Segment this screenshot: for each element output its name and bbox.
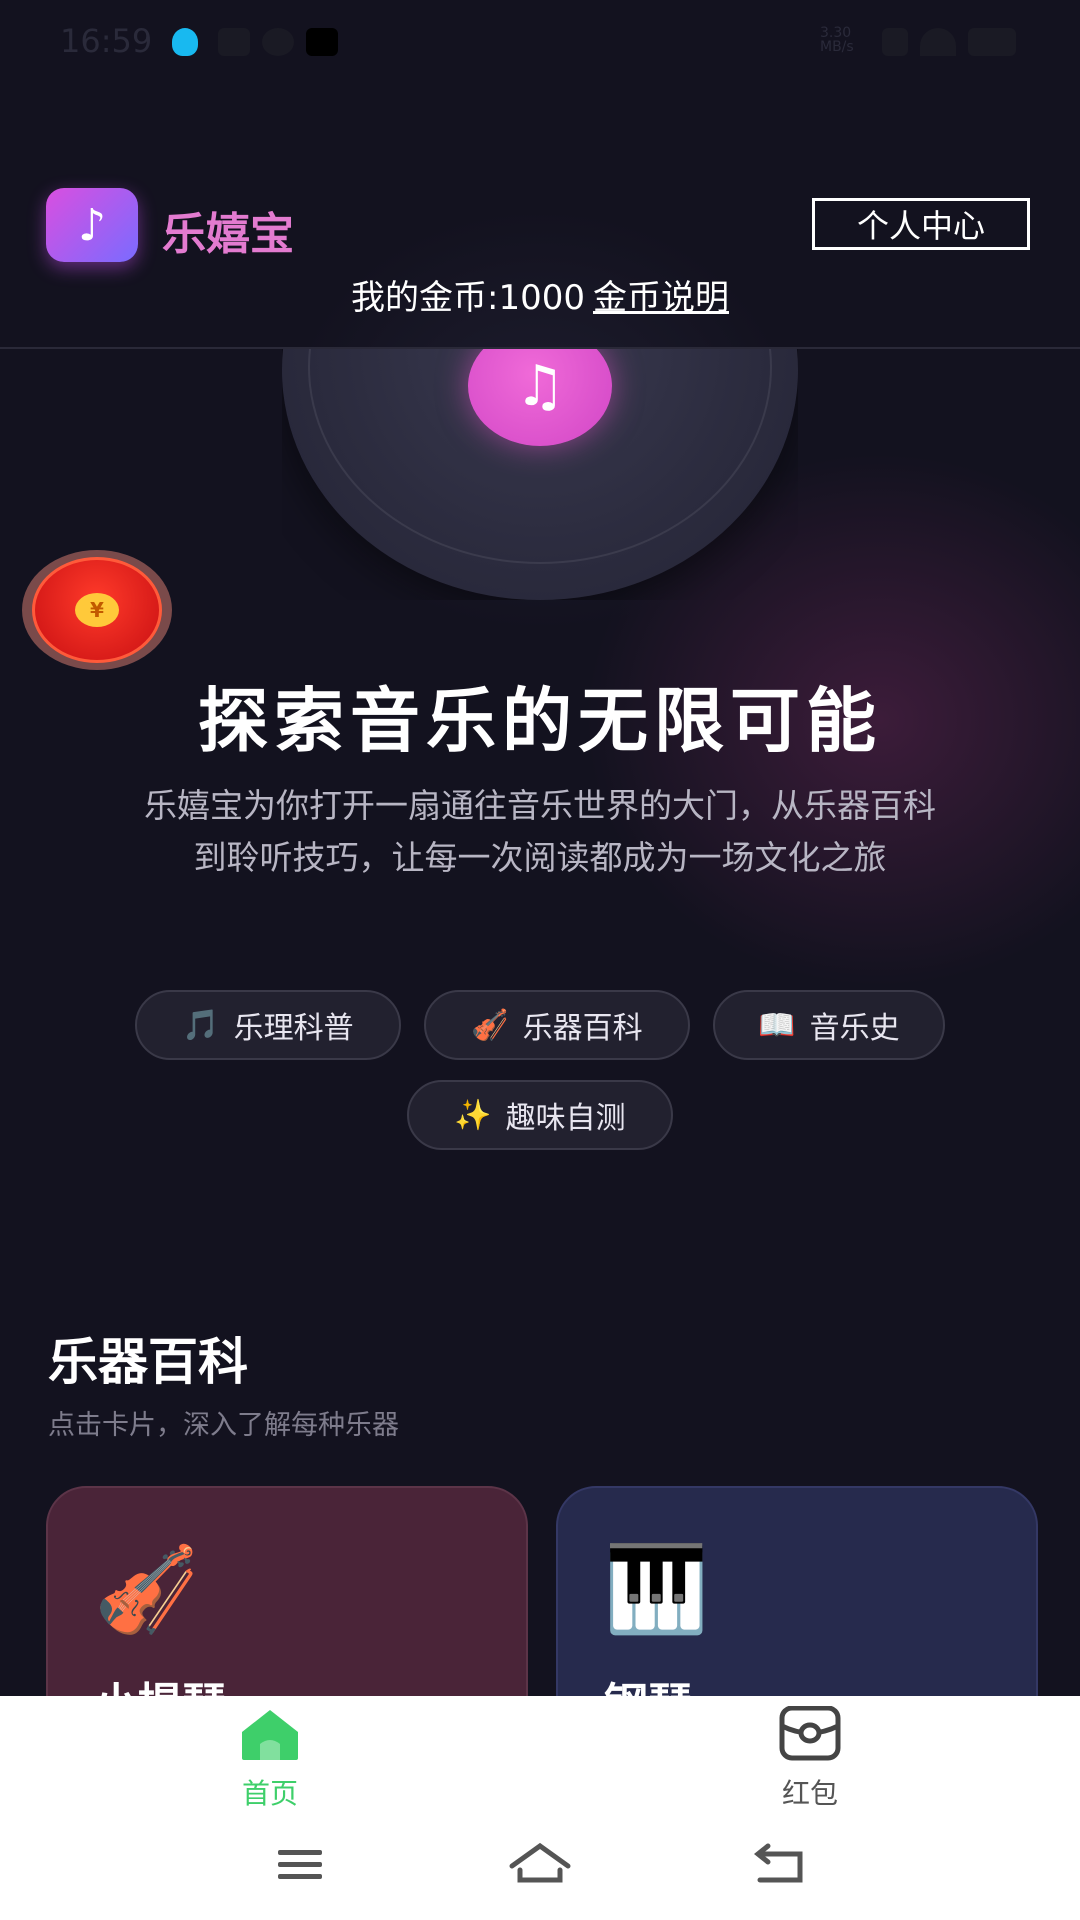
app-name: 乐嬉宝 xyxy=(162,209,294,260)
app-header: ♪ 乐嬉宝 个人中心 我的金币:1000 金币说明 xyxy=(0,170,1080,349)
chip-music-theory[interactable]: 🎵 乐理科普 xyxy=(135,990,401,1060)
sparkles-icon: ✨ xyxy=(454,1097,492,1133)
profile-center-button[interactable]: 个人中心 xyxy=(812,198,1030,250)
red-packet-tab-icon xyxy=(778,1705,842,1761)
red-packet-float-button[interactable]: ¥ xyxy=(22,550,172,670)
violin-icon: 🎻 xyxy=(94,1540,199,1638)
chip-label: 乐器百科 xyxy=(522,1011,643,1046)
coins-info-link[interactable]: 金币说明 xyxy=(593,278,729,318)
violin-icon: 🎻 xyxy=(471,1007,509,1043)
music-note-icon: 🎵 xyxy=(182,1007,220,1043)
chip-label: 趣味自测 xyxy=(505,1101,626,1136)
system-nav-bar xyxy=(0,1810,1080,1920)
chip-label: 音乐史 xyxy=(809,1011,900,1046)
coin-symbol: ¥ xyxy=(75,593,119,627)
home-nav-icon[interactable] xyxy=(508,1840,571,1890)
coins-row: 我的金币:1000 金币说明 xyxy=(0,270,1080,319)
battery-icon xyxy=(968,28,1016,56)
mail-icon xyxy=(218,28,250,56)
instrument-card-violin[interactable]: 🎻 小提琴 xyxy=(46,1486,528,1730)
network-speed: 3.30 MB/s xyxy=(820,25,854,55)
tiktok-icon xyxy=(306,28,338,56)
qq-icon xyxy=(172,28,198,56)
chip-instruments[interactable]: 🎻 乐器百科 xyxy=(424,990,690,1060)
section-subtitle: 点击卡片，深入了解每种乐器 xyxy=(48,1410,399,1441)
red-packet-icon: ¥ xyxy=(32,557,162,663)
tab-label: 红包 xyxy=(781,1777,838,1810)
back-icon[interactable] xyxy=(750,1840,810,1890)
book-icon: 📖 xyxy=(758,1007,796,1043)
bottom-tab-bar: 首页 红包 xyxy=(0,1696,1080,1920)
chip-music-history[interactable]: 📖 音乐史 xyxy=(713,990,945,1060)
instrument-card-piano[interactable]: 🎹 钢琴 xyxy=(556,1486,1038,1730)
tab-red-packet[interactable]: 红包 xyxy=(710,1705,910,1812)
status-bar: 16:59 3.30 MB/s xyxy=(0,0,1080,86)
chip-label: 乐理科普 xyxy=(233,1011,354,1046)
hero-title: 探索音乐的无限可能 xyxy=(198,680,882,762)
status-time: 16:59 xyxy=(60,22,153,60)
wifi-icon xyxy=(920,28,956,56)
nfc-icon xyxy=(882,28,908,56)
tab-home[interactable]: 首页 xyxy=(170,1706,370,1812)
music-note-icon: ♪ xyxy=(46,188,138,262)
section-title: 乐器百科 xyxy=(48,1333,248,1391)
menu-icon[interactable] xyxy=(270,1840,330,1890)
home-icon xyxy=(238,1706,302,1760)
hero-description: 乐嬉宝为你打开一扇通往音乐世界的大门，从乐器百科到聆听技巧，让每一次阅读都成为一… xyxy=(144,786,936,877)
piano-icon: 🎹 xyxy=(604,1540,709,1638)
coins-balance: 我的金币:1000 xyxy=(351,278,585,318)
tab-label: 首页 xyxy=(241,1777,298,1810)
link-icon xyxy=(262,28,294,56)
chip-fun-quiz[interactable]: ✨ 趣味自测 xyxy=(407,1080,673,1150)
